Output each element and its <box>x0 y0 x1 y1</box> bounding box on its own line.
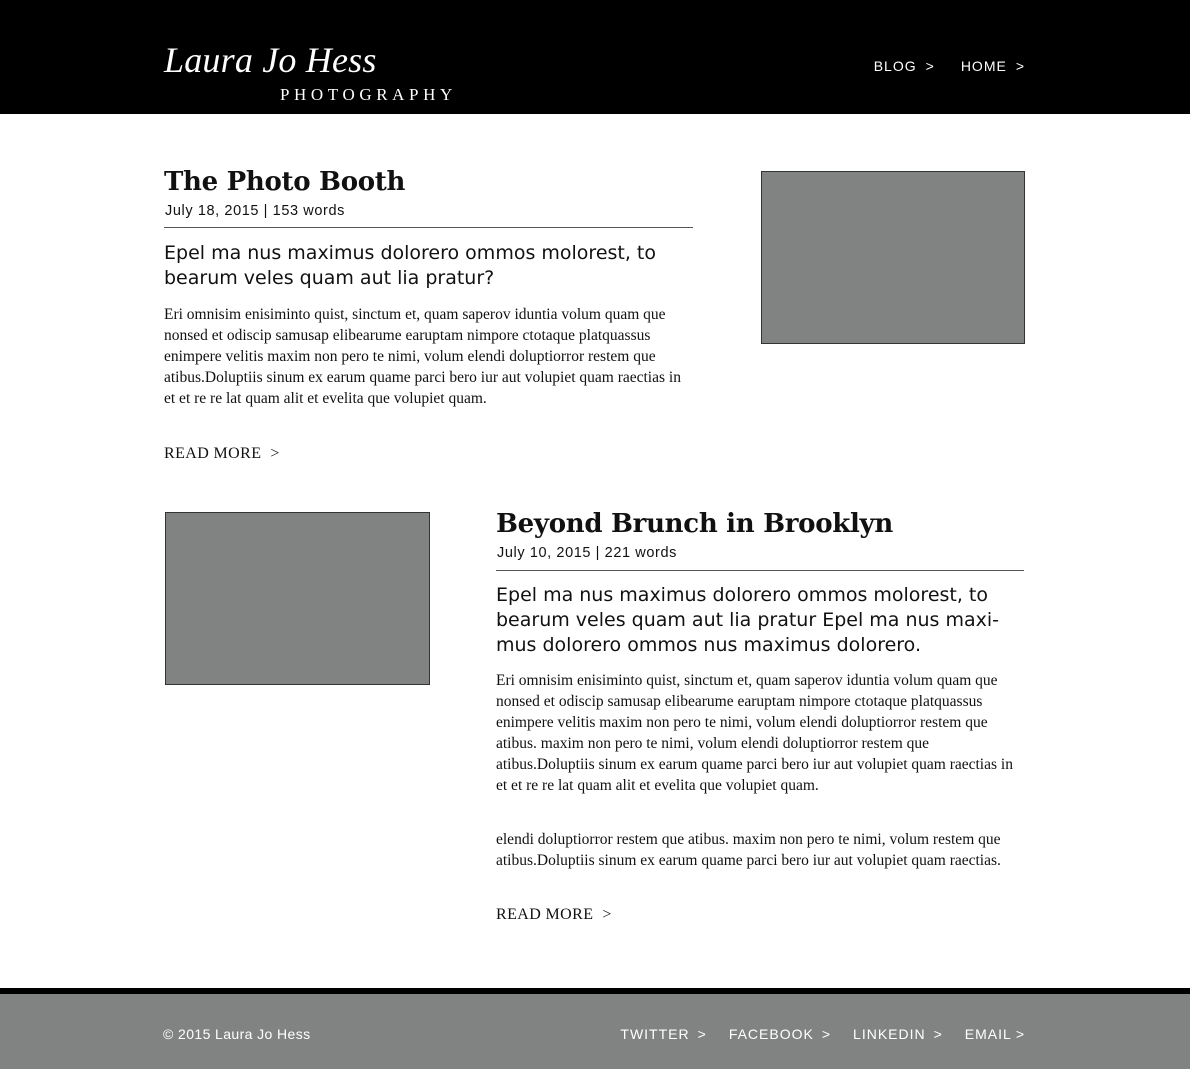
read-more-link[interactable]: READ MORE > <box>164 444 280 464</box>
chevron-right-icon: > <box>602 906 612 923</box>
chevron-right-icon: > <box>821 1026 832 1042</box>
post-lead: Epel ma nus maximus dolorero ommos molor… <box>496 584 1000 656</box>
copyright: © 2015 Laura Jo Hess <box>163 1026 311 1042</box>
footer-link-label: EMAIL <box>964 1026 1012 1042</box>
post-body: Eri omnisim enisiminto quist, sinctum et… <box>164 306 681 407</box>
post-title[interactable]: The Photo Booth <box>164 166 405 198</box>
footer-link-label: FACEBOOK <box>728 1026 814 1042</box>
post-divider <box>164 227 693 228</box>
brand-name[interactable]: Laura Jo Hess <box>164 38 377 82</box>
footer-link-linkedin[interactable]: LINKEDIN > <box>853 1025 943 1043</box>
chevron-right-icon: > <box>270 445 280 462</box>
post-title[interactable]: Beyond Brunch in Brooklyn <box>496 508 893 540</box>
read-more-label: READ MORE <box>496 906 594 923</box>
footer-link-facebook[interactable]: FACEBOOK > <box>729 1025 831 1043</box>
footer-link-twitter[interactable]: TWITTER > <box>620 1025 706 1043</box>
post-body: elendi doluptiorror restem que atibus. m… <box>496 831 1001 869</box>
post-image[interactable] <box>761 171 1025 344</box>
read-more-link[interactable]: READ MORE > <box>496 905 612 925</box>
footer-link-email[interactable]: EMAIL > <box>965 1025 1025 1043</box>
footer-link-label: LINKEDIN <box>853 1026 926 1042</box>
post-meta: July 10, 2015 | 221 words <box>497 545 677 561</box>
post-divider <box>496 570 1024 571</box>
footer-link-label: TWITTER <box>620 1026 690 1042</box>
chevron-right-icon: > <box>1015 58 1025 74</box>
site-footer: © 2015 Laura Jo Hess TWITTER > FACEBOOK > … <box>0 994 1190 1069</box>
chevron-right-icon: > <box>925 58 935 74</box>
brand-tagline: PHOTOGRAPHY <box>280 85 457 104</box>
nav-link-blog[interactable]: BLOG > <box>874 57 935 75</box>
chevron-right-icon: > <box>933 1026 943 1042</box>
post-body: Eri omnisim enisiminto quist, sinctum et… <box>496 672 1013 794</box>
site-header: Laura Jo Hess PHOTOGRAPHY BLOG > HOME > <box>0 0 1190 114</box>
nav-link-home[interactable]: HOME > <box>961 57 1025 75</box>
chevron-right-icon: > <box>697 1026 707 1042</box>
top-nav: BLOG > HOME > <box>874 57 1025 75</box>
post-meta: July 18, 2015 | 153 words <box>165 203 345 219</box>
nav-link-label: HOME <box>960 58 1007 74</box>
nav-link-label: BLOG <box>873 58 917 74</box>
read-more-label: READ MORE <box>164 445 262 462</box>
post-image[interactable] <box>165 512 430 685</box>
chevron-right-icon: > <box>1015 1026 1025 1042</box>
post-lead: Epel ma nus maximus dolorero ommos molor… <box>164 242 657 289</box>
footer-nav: TWITTER > FACEBOOK > LINKEDIN > EMAIL > <box>620 1025 1025 1043</box>
